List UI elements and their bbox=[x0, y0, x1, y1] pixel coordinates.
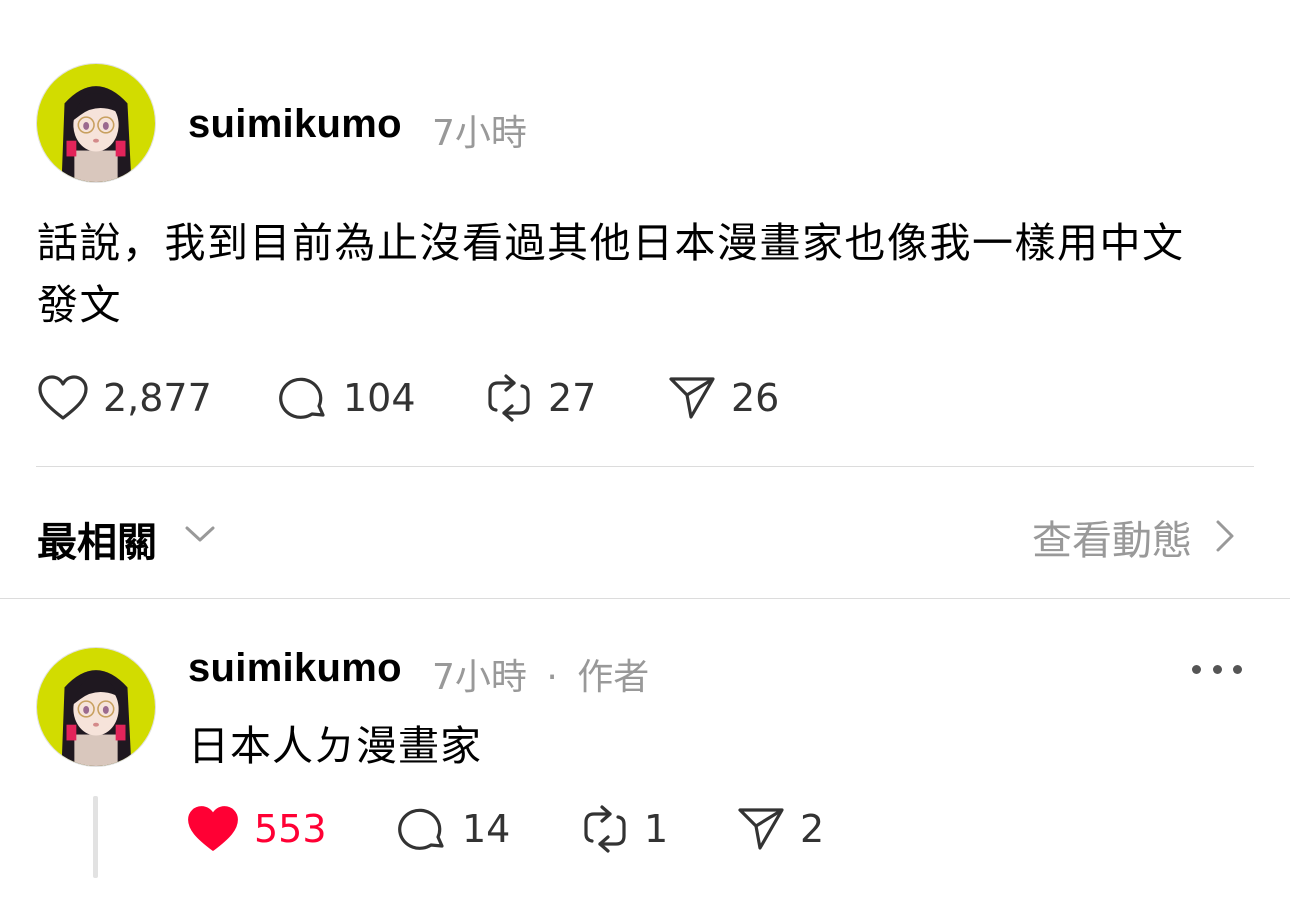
dot-icon bbox=[1212, 664, 1222, 674]
reply-repost-button[interactable]: 1 bbox=[580, 804, 668, 854]
reply-share-count: 2 bbox=[800, 807, 825, 851]
reply-comment-count: 14 bbox=[462, 807, 511, 851]
chevron-right-icon[interactable] bbox=[1214, 518, 1236, 554]
dot-icon bbox=[1233, 664, 1242, 674]
reply-repost-count: 1 bbox=[644, 807, 669, 851]
comment-button[interactable]: 104 bbox=[279, 373, 416, 423]
reply-username[interactable]: suimikumo bbox=[188, 646, 402, 691]
comment-icon bbox=[279, 377, 325, 419]
comment-icon bbox=[398, 808, 444, 850]
post-text-line-1: 話說，我到目前為止沒看過其他日本漫畫家也像我一樣用中文 bbox=[37, 219, 1185, 267]
more-options-button[interactable] bbox=[1192, 654, 1242, 684]
heart-filled-icon bbox=[188, 806, 238, 851]
meta-separator: · bbox=[546, 657, 558, 698]
author-badge: 作者 bbox=[577, 657, 650, 698]
repost-button[interactable]: 27 bbox=[484, 373, 596, 423]
heart-icon bbox=[38, 375, 88, 420]
post-body: 話說，我到目前為止沒看過其他日本漫畫家也像我一樣用中文 發文 bbox=[37, 212, 1257, 336]
view-activity-link[interactable]: 查看動態 bbox=[1032, 508, 1192, 566]
post-text-line-2: 發文 bbox=[37, 281, 122, 329]
reply-share-button[interactable]: 2 bbox=[736, 804, 824, 854]
share-count: 26 bbox=[731, 376, 780, 420]
reply-avatar[interactable] bbox=[36, 647, 156, 767]
reply-like-count: 553 bbox=[254, 807, 327, 851]
chevron-down-icon[interactable] bbox=[184, 523, 216, 545]
repost-icon bbox=[488, 374, 530, 422]
post-timestamp: 7小時 bbox=[432, 113, 527, 154]
post-divider bbox=[36, 466, 1254, 467]
dot-icon bbox=[1192, 664, 1201, 674]
thread-line bbox=[93, 796, 98, 878]
like-count: 2,877 bbox=[103, 376, 212, 420]
reply-comment-button[interactable]: 14 bbox=[398, 804, 510, 854]
reply-meta: 7小時 · 作者 bbox=[432, 648, 649, 700]
section-divider bbox=[0, 598, 1290, 599]
sort-dropdown[interactable]: 最相關 bbox=[37, 510, 157, 568]
reply-like-button[interactable]: 553 bbox=[186, 804, 327, 854]
post-avatar[interactable] bbox=[36, 63, 156, 183]
like-button[interactable]: 2,877 bbox=[37, 373, 212, 423]
share-button[interactable]: 26 bbox=[667, 373, 779, 423]
avatar-icon bbox=[37, 648, 155, 766]
send-icon bbox=[738, 808, 784, 850]
view-activity-label: 查看動態 bbox=[1032, 518, 1192, 564]
sort-label: 最相關 bbox=[37, 520, 157, 566]
reply-timestamp: 7小時 bbox=[432, 657, 527, 698]
repost-icon bbox=[584, 805, 626, 853]
send-icon bbox=[669, 377, 715, 419]
post-username[interactable]: suimikumo bbox=[188, 102, 402, 147]
comment-count: 104 bbox=[343, 376, 416, 420]
repost-count: 27 bbox=[548, 376, 597, 420]
reply-body: 日本人ㄉ漫畫家 bbox=[188, 722, 482, 770]
avatar-icon bbox=[37, 64, 155, 182]
